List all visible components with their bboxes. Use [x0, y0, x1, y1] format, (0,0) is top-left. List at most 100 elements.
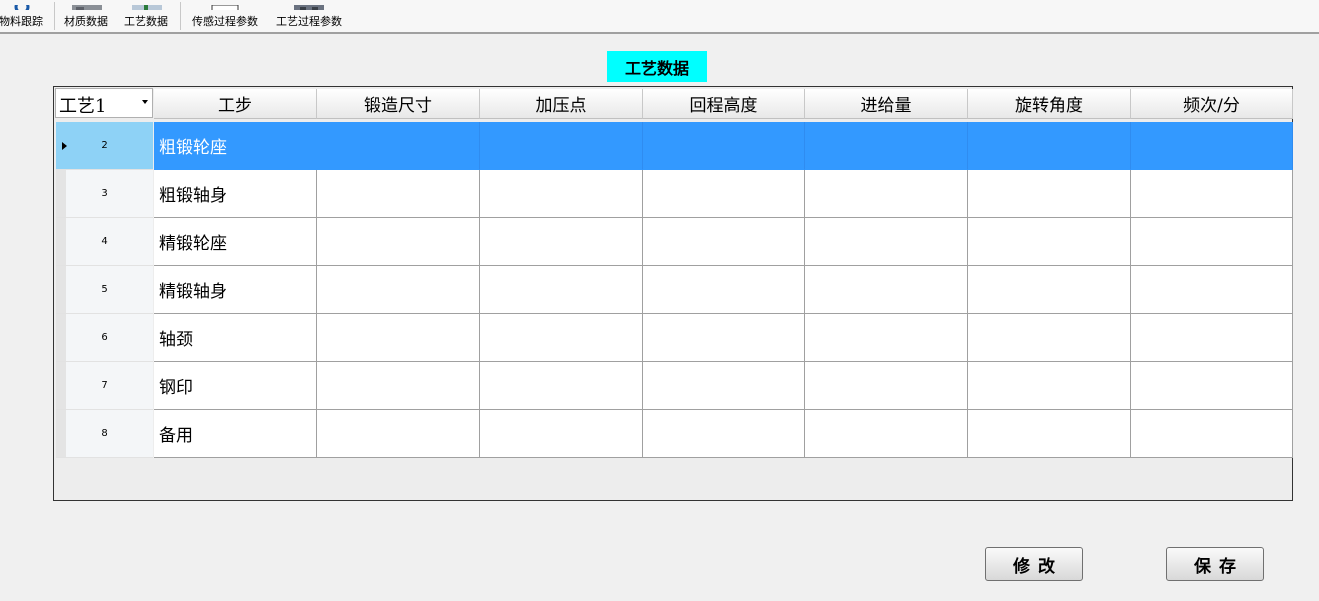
cell-press-point[interactable] [480, 218, 643, 266]
cell-feed[interactable] [805, 362, 968, 410]
cell-step[interactable]: 精锻轮座 [154, 218, 317, 266]
cell-return-height[interactable] [643, 314, 805, 362]
cell-rotation-angle[interactable] [968, 122, 1131, 170]
toolbar: 物料跟踪 材质数据 工艺数据 传感过程参数 工艺过程参数 [0, 0, 1319, 34]
cell-frequency[interactable] [1131, 362, 1293, 410]
cell-feed[interactable] [805, 122, 968, 170]
toolbar-material-data-button[interactable]: 材质数据 [58, 0, 114, 32]
row-number: 3 [101, 188, 108, 199]
cell-step[interactable]: 钢印 [154, 362, 317, 410]
cell-frequency[interactable] [1131, 314, 1293, 362]
row-header[interactable]: 8 [56, 410, 153, 458]
row-header[interactable]: 6 [56, 314, 153, 362]
cell-rotation-angle[interactable] [968, 218, 1131, 266]
process-select-dropdown[interactable]: 工艺1 [55, 88, 153, 118]
cell-press-point[interactable] [480, 266, 643, 314]
column-header-frequency[interactable]: 频次/分 [1131, 89, 1293, 119]
cell-step[interactable]: 精锻轴身 [154, 266, 317, 314]
toolbar-material-tracking-button[interactable]: 物料跟踪 [0, 0, 48, 32]
row-header[interactable]: 3 [56, 170, 153, 218]
cell-forging-size[interactable] [317, 362, 480, 410]
row-number: 6 [101, 332, 108, 343]
cell-forging-size[interactable] [317, 266, 480, 314]
toolbar-label: 工艺数据 [124, 15, 168, 28]
table-row[interactable]: 3 粗锻轴身 [54, 170, 1294, 218]
page-title: 工艺数据 [607, 51, 707, 82]
row-header[interactable]: 2 [56, 122, 153, 170]
cell-press-point[interactable] [480, 170, 643, 218]
column-header-return-height[interactable]: 回程高度 [643, 89, 805, 119]
gear-icon [10, 0, 34, 10]
table-row[interactable]: 8 备用 [54, 410, 1294, 458]
row-number: 2 [101, 140, 108, 151]
cell-forging-size[interactable] [317, 410, 480, 458]
cell-rotation-angle[interactable] [968, 266, 1131, 314]
cell-step[interactable]: 粗锻轴身 [154, 170, 317, 218]
cell-frequency[interactable] [1131, 410, 1293, 458]
toolbar-process-data-button[interactable]: 工艺数据 [118, 0, 174, 32]
cell-forging-size[interactable] [317, 314, 480, 362]
cell-press-point[interactable] [480, 410, 643, 458]
cell-frequency[interactable] [1131, 122, 1293, 170]
process-select-value: 工艺1 [59, 96, 107, 117]
column-header-feed[interactable]: 进给量 [805, 89, 968, 119]
row-header[interactable]: 5 [56, 266, 153, 314]
cell-frequency[interactable] [1131, 218, 1293, 266]
table-row[interactable]: 7 钢印 [54, 362, 1294, 410]
cell-return-height[interactable] [643, 170, 805, 218]
row-header[interactable]: 7 [56, 362, 153, 410]
cell-step[interactable]: 轴颈 [154, 314, 317, 362]
cell-step[interactable]: 粗锻轮座 [154, 122, 317, 170]
cell-forging-size[interactable] [317, 170, 480, 218]
sensor-params-icon [210, 0, 240, 10]
row-header[interactable]: 4 [56, 218, 153, 266]
cell-step[interactable]: 备用 [154, 410, 317, 458]
cell-return-height[interactable] [643, 410, 805, 458]
cell-press-point[interactable] [480, 314, 643, 362]
cell-feed[interactable] [805, 314, 968, 362]
cell-rotation-angle[interactable] [968, 362, 1131, 410]
cell-return-height[interactable] [643, 122, 805, 170]
cell-feed[interactable] [805, 410, 968, 458]
process-params-icon [294, 0, 324, 10]
cell-return-height[interactable] [643, 266, 805, 314]
grid-header-row: 工艺1 工步 锻造尺寸 加压点 回程高度 进给量 旋转角度 频次/分 [54, 87, 1294, 119]
cell-forging-size[interactable] [317, 218, 480, 266]
column-header-step[interactable]: 工步 [154, 89, 317, 119]
row-number: 8 [101, 428, 108, 439]
table-row[interactable]: 4 精锻轮座 [54, 218, 1294, 266]
process-data-icon [132, 0, 162, 10]
cell-frequency[interactable] [1131, 170, 1293, 218]
cell-return-height[interactable] [643, 362, 805, 410]
column-header-press-point[interactable]: 加压点 [480, 89, 643, 119]
toolbar-separator [54, 2, 55, 30]
cell-frequency[interactable] [1131, 266, 1293, 314]
cell-feed[interactable] [805, 218, 968, 266]
chevron-down-icon [142, 100, 148, 104]
column-header-rotation-angle[interactable]: 旋转角度 [968, 89, 1131, 119]
table-row[interactable]: 6 轴颈 [54, 314, 1294, 362]
process-data-grid: 工艺1 工步 锻造尺寸 加压点 回程高度 进给量 旋转角度 频次/分 2 粗锻轮… [53, 86, 1293, 501]
cell-rotation-angle[interactable] [968, 410, 1131, 458]
toolbar-label: 材质数据 [64, 15, 108, 28]
toolbar-process-params-button[interactable]: 工艺过程参数 [268, 0, 350, 32]
cell-rotation-angle[interactable] [968, 170, 1131, 218]
modify-button[interactable]: 修改 [985, 547, 1083, 581]
table-row[interactable]: 5 精锻轴身 [54, 266, 1294, 314]
save-button[interactable]: 保存 [1166, 547, 1264, 581]
cell-feed[interactable] [805, 266, 968, 314]
toolbar-label: 物料跟踪 [0, 15, 43, 28]
cell-press-point[interactable] [480, 122, 643, 170]
row-number: 7 [101, 380, 108, 391]
current-row-pointer-icon [62, 142, 67, 150]
toolbar-label: 传感过程参数 [192, 15, 258, 28]
cell-press-point[interactable] [480, 362, 643, 410]
cell-feed[interactable] [805, 170, 968, 218]
table-row[interactable]: 2 粗锻轮座 [54, 122, 1294, 170]
toolbar-sensor-params-button[interactable]: 传感过程参数 [184, 0, 266, 32]
cell-return-height[interactable] [643, 218, 805, 266]
cell-forging-size[interactable] [317, 122, 480, 170]
toolbar-separator [180, 2, 181, 30]
cell-rotation-angle[interactable] [968, 314, 1131, 362]
column-header-forging-size[interactable]: 锻造尺寸 [317, 89, 480, 119]
